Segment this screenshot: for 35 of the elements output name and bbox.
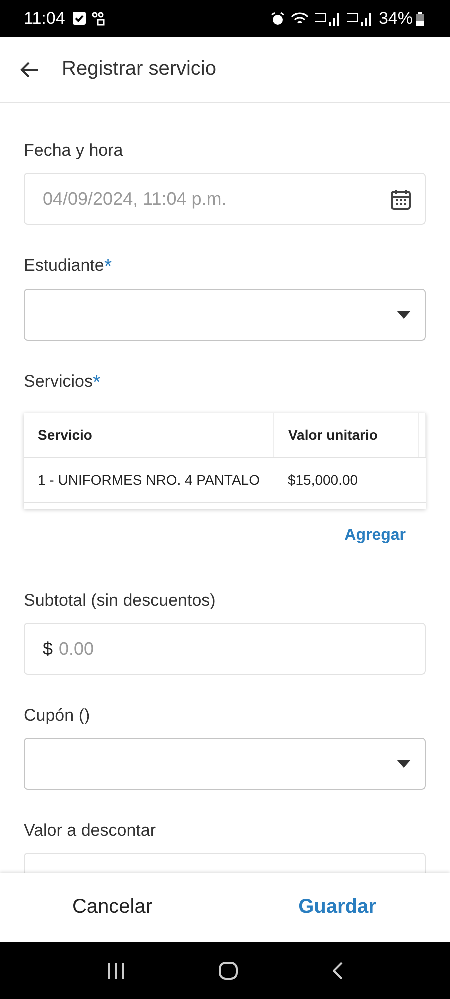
column-header: Valor unitario [274, 413, 418, 458]
battery-percentage: 34% [378, 8, 413, 28]
field-label: Cupón () [24, 706, 92, 726]
field-label: Fecha y hora [24, 141, 124, 161]
dropdown-arrow-icon[interactable] [397, 760, 411, 768]
dropdown-arrow-icon[interactable] [397, 311, 411, 319]
amount-field[interactable]: $ 0.00 [24, 623, 426, 675]
battery-icon [416, 12, 424, 26]
signal-icon [346, 12, 373, 26]
cancel-button[interactable]: Cancelar [0, 873, 225, 942]
add-link[interactable]: Agregar [344, 521, 406, 551]
field-label: Servicios [24, 372, 93, 391]
recent-apps-icon[interactable] [107, 962, 126, 978]
calendar-icon[interactable] [391, 188, 411, 210]
field-label: Subtotal (sin descuentos) [24, 591, 217, 611]
voicemail-icon [92, 12, 106, 26]
clock: 11:04 [24, 8, 66, 28]
dropdown-field[interactable] [24, 289, 426, 341]
required-asterisk: * [104, 256, 112, 278]
field-label: Valor a descontar [24, 821, 157, 841]
field-label: Estudiante [24, 256, 104, 275]
wifi-icon [290, 12, 309, 26]
back-icon[interactable] [332, 962, 343, 980]
date-field[interactable]: 04/09/2024, 11:04 p.m. [24, 173, 426, 225]
column-header: Servicio [24, 413, 274, 458]
checkbox-icon [73, 12, 86, 25]
save-button[interactable]: Guardar [225, 873, 450, 942]
table-cell: 1 - UNIFORMES NRO. 4 PANTALO [24, 458, 274, 502]
signal-icon [314, 12, 341, 26]
page-title: Registrar servicio [62, 58, 216, 81]
table-cell: $15,000.00 [274, 458, 418, 502]
required-asterisk: * [92, 372, 101, 394]
alarm-icon [270, 12, 285, 26]
dropdown-field[interactable] [24, 738, 426, 790]
home-icon[interactable] [219, 962, 238, 980]
